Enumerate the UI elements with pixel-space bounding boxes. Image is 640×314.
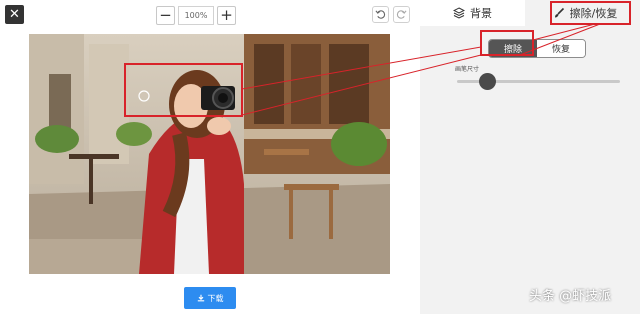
undo-icon [375, 10, 386, 19]
close-icon: ✕ [9, 7, 20, 22]
tab-erase-restore-label: 擦除/恢复 [569, 7, 618, 20]
zoom-controls: − 100% + [156, 5, 236, 25]
redo-button[interactable] [393, 6, 410, 23]
slider-handle[interactable] [478, 73, 496, 90]
undo-button[interactable] [372, 6, 389, 23]
photo [29, 34, 390, 274]
tab-erase-restore[interactable]: 擦除/恢复 [530, 0, 640, 26]
download-button[interactable]: 下载 [184, 287, 236, 309]
brush-icon [554, 7, 564, 18]
panel-tabs: 背景 擦除/恢复 [420, 0, 640, 26]
watermark: 头条 @虾技派 [529, 289, 612, 304]
settings-panel: 背景 擦除/恢复 擦除 恢复 画笔尺寸 [420, 0, 640, 314]
layers-icon [453, 7, 465, 19]
zoom-in-button[interactable]: + [217, 5, 236, 25]
brush-size-label: 画笔尺寸 [455, 66, 480, 73]
close-button[interactable]: ✕ [5, 5, 24, 24]
download-icon [197, 294, 204, 302]
tab-background-label: 背景 [470, 7, 492, 20]
tab-background[interactable]: 背景 [420, 0, 525, 26]
image-canvas[interactable] [29, 34, 390, 274]
mode-toggle: 擦除 恢复 [488, 39, 586, 58]
zoom-level: 100% [178, 5, 214, 25]
history-controls [372, 6, 410, 23]
zoom-out-button[interactable]: − [156, 5, 175, 25]
brush-size-slider[interactable] [457, 73, 620, 90]
editor-window: ✕ − 100% + 下载 背景 擦除/恢复 擦除 恢复 画笔尺寸 头条 @虾技… [0, 0, 640, 314]
download-label: 下载 [207, 293, 224, 303]
restore-mode-button[interactable]: 恢复 [537, 40, 585, 57]
redo-icon [396, 10, 407, 19]
erase-mode-button[interactable]: 擦除 [489, 40, 537, 57]
